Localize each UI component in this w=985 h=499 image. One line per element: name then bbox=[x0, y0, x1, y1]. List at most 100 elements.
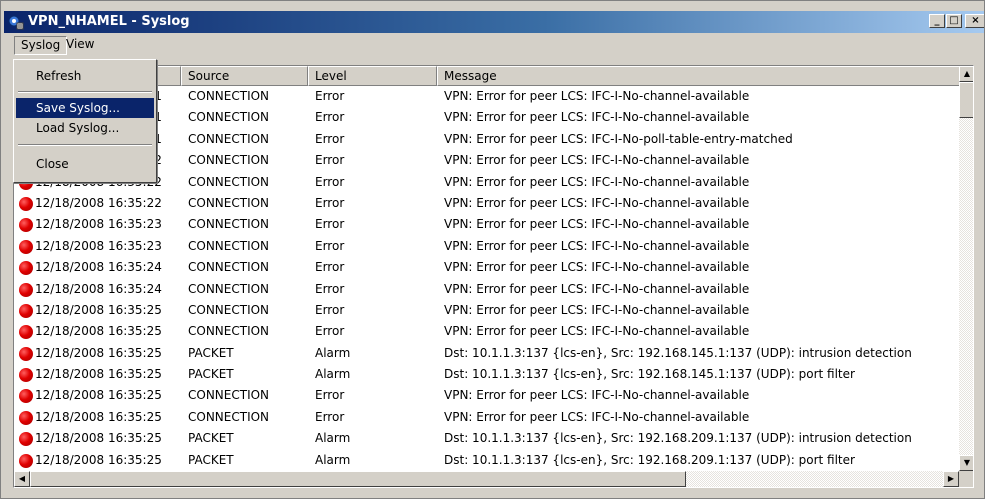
row-message: VPN: Error for peer LCS: IFC-I-No-poll-t… bbox=[444, 131, 793, 146]
row-message: VPN: Error for peer LCS: IFC-I-No-channe… bbox=[444, 89, 750, 103]
row-level: Alarm bbox=[315, 345, 351, 360]
table-row[interactable]: 12/18/2008 16:35:25 CONNECTION Error VPN: E… bbox=[14, 407, 959, 428]
row-source: CONNECTION bbox=[188, 110, 270, 125]
horizontal-scroll-thumb[interactable] bbox=[30, 471, 686, 487]
table-row[interactable]: 12/18/2008 16:35:24 CONNECTION Error VPN: E… bbox=[14, 257, 959, 278]
row-date: 12/18/2008 16:35:25 bbox=[35, 302, 162, 317]
row-level: Error bbox=[315, 110, 345, 125]
row-level: Error bbox=[315, 195, 345, 210]
row-source: CONNECTION bbox=[188, 89, 270, 103]
row-source: CONNECTION bbox=[188, 217, 270, 232]
table-row[interactable]: 12/18/2008 16:35:24 CONNECTION Error VPN: E… bbox=[14, 279, 959, 300]
table-row[interactable]: 12/18/2008 16:35:25 PACKET Alarm Dst: 10.1.… bbox=[14, 343, 959, 364]
red-circle-icon bbox=[19, 218, 33, 233]
menu-item-load-syslog[interactable]: Load Syslog... bbox=[16, 118, 154, 138]
table-row[interactable]: 12/18/2008 16:35:25 PACKET Alarm Dst: 10.1.… bbox=[14, 364, 959, 385]
table-row[interactable]: 12/18/2008 16:35:22 CONNECTION Error VPN: E… bbox=[14, 193, 959, 214]
row-message: Dst: 10.1.1.3:137 {lcs-en}, Src: 192.168… bbox=[444, 452, 855, 467]
row-source: CONNECTION bbox=[188, 131, 270, 146]
table-row[interactable]: 12/18/2008 16:35:25 CONNECTION Error VPN: E… bbox=[14, 385, 959, 406]
table-row[interactable]: 12/18/2008 16:35:23 CONNECTION Error VPN: E… bbox=[14, 214, 959, 235]
row-source: PACKET bbox=[188, 345, 234, 360]
row-source: PACKET bbox=[188, 431, 234, 446]
menu-separator bbox=[18, 91, 152, 93]
row-source: CONNECTION bbox=[188, 388, 270, 403]
row-source: PACKET bbox=[188, 452, 234, 467]
row-date: 12/18/2008 16:35:24 bbox=[35, 281, 162, 296]
menu-bar: Syslog View bbox=[4, 33, 984, 55]
close-button[interactable]: × bbox=[965, 14, 984, 28]
row-date: 12/18/2008 16:35:25 bbox=[35, 431, 162, 446]
column-header-source[interactable]: Source bbox=[181, 66, 308, 86]
menu-item-save-syslog[interactable]: Save Syslog... bbox=[16, 98, 154, 118]
vertical-scrollbar[interactable]: ▲ ▼ bbox=[959, 66, 973, 471]
row-date: 12/18/2008 16:35:23 bbox=[35, 217, 162, 232]
row-message: VPN: Error for peer LCS: IFC-I-No-channe… bbox=[444, 260, 750, 275]
row-source: CONNECTION bbox=[188, 195, 270, 210]
scroll-right-button[interactable]: ▶ bbox=[943, 471, 959, 487]
row-message: VPN: Error for peer LCS: IFC-I-No-channe… bbox=[444, 174, 750, 189]
row-message: VPN: Error for peer LCS: IFC-I-No-channe… bbox=[444, 217, 750, 232]
row-date: 12/18/2008 16:35:24 bbox=[35, 260, 162, 275]
table-row[interactable]: 12/18/2008 16:35:25 CONNECTION Error VPN: E… bbox=[14, 300, 959, 321]
row-source: CONNECTION bbox=[188, 409, 270, 424]
row-level: Error bbox=[315, 174, 345, 189]
row-date: 12/18/2008 16:35:23 bbox=[35, 238, 162, 253]
row-level: Error bbox=[315, 89, 345, 103]
row-source: CONNECTION bbox=[188, 260, 270, 275]
row-date: 12/18/2008 16:35:25 bbox=[35, 324, 162, 339]
minimize-button[interactable]: _ bbox=[929, 14, 945, 28]
table-row[interactable]: 12/18/2008 16:35:25 CONNECTION Error VPN: E… bbox=[14, 321, 959, 342]
menu-item-refresh[interactable]: Refresh bbox=[16, 66, 154, 86]
syslog-list[interactable]: Source Level Message 12/18/2008 16:35:21… bbox=[13, 65, 974, 488]
column-header-level[interactable]: Level bbox=[308, 66, 437, 86]
scroll-up-button[interactable]: ▲ bbox=[959, 66, 973, 82]
table-row[interactable]: 12/18/2008 16:35:25 PACKET Alarm Dst: 10.1.… bbox=[14, 450, 959, 471]
row-message: VPN: Error for peer LCS: IFC-I-No-channe… bbox=[444, 324, 750, 339]
row-source: CONNECTION bbox=[188, 302, 270, 317]
row-level: Error bbox=[315, 281, 345, 296]
row-level: Error bbox=[315, 324, 345, 339]
red-circle-icon bbox=[19, 389, 33, 404]
row-date: 12/18/2008 16:35:25 bbox=[35, 345, 162, 360]
row-message: Dst: 10.1.1.3:137 {lcs-en}, Src: 192.168… bbox=[444, 431, 912, 446]
red-circle-icon bbox=[19, 325, 33, 340]
row-message: Dst: 10.1.1.3:137 {lcs-en}, Src: 192.168… bbox=[444, 345, 912, 360]
row-source: CONNECTION bbox=[188, 238, 270, 253]
size-grip bbox=[959, 471, 973, 487]
red-circle-icon bbox=[19, 346, 33, 361]
red-circle-icon bbox=[19, 261, 33, 276]
row-message: VPN: Error for peer LCS: IFC-I-No-channe… bbox=[444, 110, 750, 125]
row-level: Error bbox=[315, 217, 345, 232]
table-row[interactable]: 12/18/2008 16:35:25 PACKET Alarm Dst: 10.1.… bbox=[14, 428, 959, 449]
vertical-scroll-thumb[interactable] bbox=[959, 82, 973, 118]
red-circle-icon bbox=[19, 303, 33, 318]
menu-view[interactable]: View bbox=[60, 36, 100, 53]
red-circle-icon bbox=[19, 282, 33, 297]
row-level: Alarm bbox=[315, 452, 351, 467]
row-level: Alarm bbox=[315, 431, 351, 446]
red-circle-icon bbox=[19, 196, 33, 211]
maximize-button[interactable]: □ bbox=[946, 14, 962, 28]
row-message: VPN: Error for peer LCS: IFC-I-No-channe… bbox=[444, 238, 750, 253]
menu-item-close[interactable]: Close bbox=[16, 154, 154, 174]
row-level: Error bbox=[315, 260, 345, 275]
window-title: VPN_NHAMEL - Syslog bbox=[28, 14, 190, 29]
row-message: VPN: Error for peer LCS: IFC-I-No-channe… bbox=[444, 153, 750, 168]
row-message: VPN: Error for peer LCS: IFC-I-No-channe… bbox=[444, 195, 750, 210]
row-message: VPN: Error for peer LCS: IFC-I-No-channe… bbox=[444, 281, 750, 296]
horizontal-scrollbar[interactable]: ◀ ▶ bbox=[14, 471, 959, 487]
red-circle-icon bbox=[19, 410, 33, 425]
row-level: Error bbox=[315, 153, 345, 168]
title-bar[interactable]: VPN_NHAMEL - Syslog _ □ × bbox=[4, 11, 984, 33]
menu-separator bbox=[18, 144, 152, 146]
row-source: CONNECTION bbox=[188, 281, 270, 296]
row-level: Error bbox=[315, 131, 345, 146]
scroll-left-button[interactable]: ◀ bbox=[14, 471, 30, 487]
table-row[interactable]: 12/18/2008 16:35:23 CONNECTION Error VPN: E… bbox=[14, 236, 959, 257]
column-header-message[interactable]: Message bbox=[437, 66, 973, 86]
scroll-down-button[interactable]: ▼ bbox=[959, 455, 973, 471]
syslog-dropdown-menu: Refresh Save Syslog... Load Syslog... Cl… bbox=[13, 59, 157, 183]
row-message: VPN: Error for peer LCS: IFC-I-No-channe… bbox=[444, 409, 750, 424]
red-circle-icon bbox=[19, 453, 33, 468]
